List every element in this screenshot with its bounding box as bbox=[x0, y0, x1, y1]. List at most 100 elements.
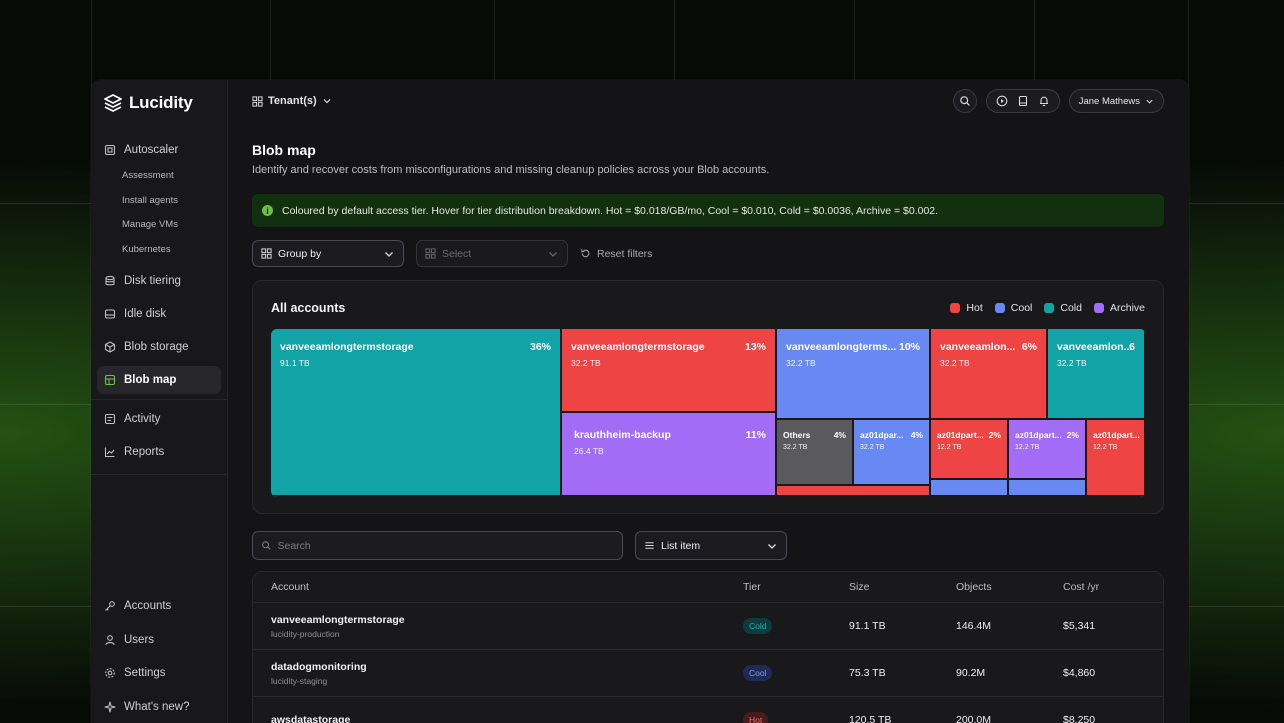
sidebar-item-label: Accounts bbox=[124, 600, 172, 612]
sidebar-item-accounts[interactable]: Accounts bbox=[97, 592, 221, 620]
search-field[interactable] bbox=[252, 531, 623, 560]
account-name: datadogmonitoring bbox=[271, 660, 367, 673]
treemap-tile[interactable]: az01dpart... 12.2 TB bbox=[1087, 420, 1146, 497]
sidebar-item-idle-disk[interactable]: Idle disk bbox=[97, 300, 221, 328]
play-icon[interactable] bbox=[996, 95, 1008, 107]
legend-item-cool: Cool bbox=[994, 302, 1032, 314]
legend-item-cold: Cold bbox=[1044, 302, 1082, 314]
tile-size: 12.2 TB bbox=[1093, 444, 1118, 451]
brand-logo[interactable]: Lucidity bbox=[91, 92, 227, 114]
sidebar-item-activity[interactable]: Activity bbox=[97, 405, 221, 433]
map-title: All accounts bbox=[271, 301, 346, 315]
reset-icon bbox=[581, 249, 590, 258]
user-icon bbox=[104, 634, 116, 646]
treemap-tile[interactable]: Others 4% 32.2 TB bbox=[777, 420, 854, 486]
legend-swatch bbox=[1044, 303, 1055, 313]
sidebar-subitem-kubernetes[interactable]: Kubernetes bbox=[91, 238, 227, 263]
table-header: Account Tier Size Objects Cost /yr bbox=[253, 572, 1163, 603]
group-by-select[interactable]: Group by bbox=[252, 240, 404, 267]
view-mode-select[interactable]: List item bbox=[635, 531, 787, 560]
sidebar-item-label: Activity bbox=[124, 413, 161, 425]
sidebar-item-users[interactable]: Users bbox=[97, 626, 221, 654]
topbar: Tenant(s) Jane Mathews bbox=[252, 80, 1164, 122]
sidebar-item-blob-storage[interactable]: Blob storage bbox=[97, 333, 221, 361]
sidebar-item-label: Idle disk bbox=[124, 308, 167, 320]
tile-name: vanveeamlongterms... bbox=[786, 341, 897, 353]
cell-objects: 200.0M bbox=[956, 714, 992, 723]
cell-size: 91.1 TB bbox=[849, 620, 886, 632]
sidebar-item-disk-tiering[interactable]: Disk tiering bbox=[97, 267, 221, 295]
grid-icon bbox=[261, 248, 272, 259]
user-name: Jane Mathews bbox=[1078, 95, 1140, 107]
grid-icon bbox=[252, 95, 263, 107]
tier-badge: Cold bbox=[743, 618, 773, 634]
group-by-label: Group by bbox=[278, 247, 322, 260]
column-header-tier[interactable]: Tier bbox=[743, 581, 849, 593]
table-body: vanveeamlongtermstorage lucidity-producti… bbox=[253, 603, 1163, 723]
table-row[interactable]: vanveeamlongtermstorage lucidity-producti… bbox=[253, 603, 1163, 650]
tile-name: Others bbox=[783, 430, 811, 440]
reset-filters-button[interactable]: Reset filters bbox=[580, 248, 652, 260]
chevron-down-icon bbox=[549, 251, 557, 257]
tile-percent: 10% bbox=[898, 341, 920, 353]
cell-size: 120.5 TB bbox=[849, 714, 892, 723]
sidebar-item-autoscaler[interactable]: Autoscaler bbox=[97, 136, 221, 164]
legend-label: Archive bbox=[1109, 302, 1145, 314]
tile-size: 32.2 TB bbox=[783, 444, 808, 451]
sidebar-item-reports[interactable]: Reports bbox=[97, 438, 221, 466]
cell-objects: 90.2M bbox=[956, 667, 986, 679]
sidebar-subitem-install-agents[interactable]: Install agents bbox=[91, 189, 227, 214]
tile-name: az01dpart... bbox=[1015, 430, 1062, 440]
treemap-tile[interactable] bbox=[931, 480, 1009, 497]
sidebar-item-whats-new[interactable]: What's new? bbox=[97, 693, 221, 721]
info-banner-text: Coloured by default access tier. Hover f… bbox=[282, 204, 939, 217]
cell-objects: 146.4M bbox=[956, 620, 992, 632]
bell-icon[interactable] bbox=[1038, 95, 1050, 107]
treemap-tile[interactable]: krauthheim-backup 11% 26.4 TB bbox=[562, 413, 777, 497]
quick-actions bbox=[985, 89, 1060, 113]
search-button[interactable] bbox=[952, 89, 977, 113]
sidebar-item-label: What's new? bbox=[124, 700, 190, 713]
book-icon[interactable] bbox=[1017, 95, 1029, 107]
map-header: All accounts Hot Cool Cold Archive bbox=[271, 281, 1145, 335]
treemap-tile[interactable]: az01dpar... 4% 32.2 TB bbox=[854, 420, 931, 486]
chevron-down-icon bbox=[323, 99, 331, 104]
tile-percent: 2% bbox=[988, 430, 1001, 440]
database-icon bbox=[104, 275, 116, 287]
cell-cost: $8,250 bbox=[1063, 714, 1096, 723]
table-row[interactable]: datadogmonitoring lucidity-staging Cool 75.… bbox=[253, 650, 1163, 697]
column-header-account[interactable]: Account bbox=[271, 581, 743, 593]
treemap-tile[interactable] bbox=[777, 486, 931, 497]
treemap-tile[interactable]: az01dpart... 2% 12.2 TB bbox=[1009, 420, 1087, 480]
filter-bar: Group by Select Reset filters bbox=[252, 240, 1164, 267]
tenant-selector[interactable]: Tenant(s) bbox=[252, 95, 332, 107]
sidebar-item-blob-map[interactable]: Blob map bbox=[97, 366, 221, 394]
treemap-tile[interactable]: az01dpart... 2% 12.2 TB bbox=[931, 420, 1009, 480]
sidebar-subitem-assessment[interactable]: Assessment bbox=[91, 164, 227, 189]
search-input[interactable] bbox=[277, 539, 614, 552]
sidebar-item-settings[interactable]: Settings bbox=[97, 659, 221, 687]
column-header-objects[interactable]: Objects bbox=[956, 581, 1063, 593]
treemap-tile[interactable]: vanveeamlon... 6 32.2 TB bbox=[1048, 329, 1146, 420]
table-row[interactable]: awsdatastorage Hot 120.5 TB 200.0M $8,250 bbox=[253, 697, 1163, 723]
treemap: vanveeamlongtermstorage 36% 91.1 TB vanveea… bbox=[271, 329, 1146, 497]
legend-label: Hot bbox=[966, 302, 983, 314]
column-header-cost[interactable]: Cost /yr bbox=[1063, 581, 1163, 593]
treemap-tile[interactable]: vanveeamlon... 6% 32.2 TB bbox=[931, 329, 1048, 420]
tier-badge: Cool bbox=[743, 665, 773, 681]
tile-size: 32.2 TB bbox=[786, 358, 816, 368]
sidebar-bottom: Accounts Users Settings What's new? bbox=[91, 592, 227, 721]
value-select[interactable]: Select bbox=[416, 240, 568, 267]
cell-tier: Cold bbox=[743, 618, 849, 634]
treemap-tile[interactable]: vanveeamlongtermstorage 36% 91.1 TB bbox=[271, 329, 562, 497]
column-header-size[interactable]: Size bbox=[849, 581, 956, 593]
lucidity-logo-icon bbox=[104, 94, 122, 112]
sparkle-icon bbox=[104, 700, 116, 713]
sidebar-subitem-manage-vms[interactable]: Manage VMs bbox=[91, 213, 227, 238]
treemap-tile[interactable]: vanveeamlongterms... 10% 32.2 TB bbox=[777, 329, 931, 420]
legend-swatch bbox=[950, 303, 961, 313]
treemap-tile[interactable] bbox=[1009, 480, 1087, 497]
user-menu[interactable]: Jane Mathews bbox=[1068, 89, 1164, 113]
account-subscription: lucidity-staging bbox=[271, 675, 328, 686]
treemap-tile[interactable]: vanveeamlongtermstorage 13% 32.2 TB bbox=[562, 329, 777, 413]
